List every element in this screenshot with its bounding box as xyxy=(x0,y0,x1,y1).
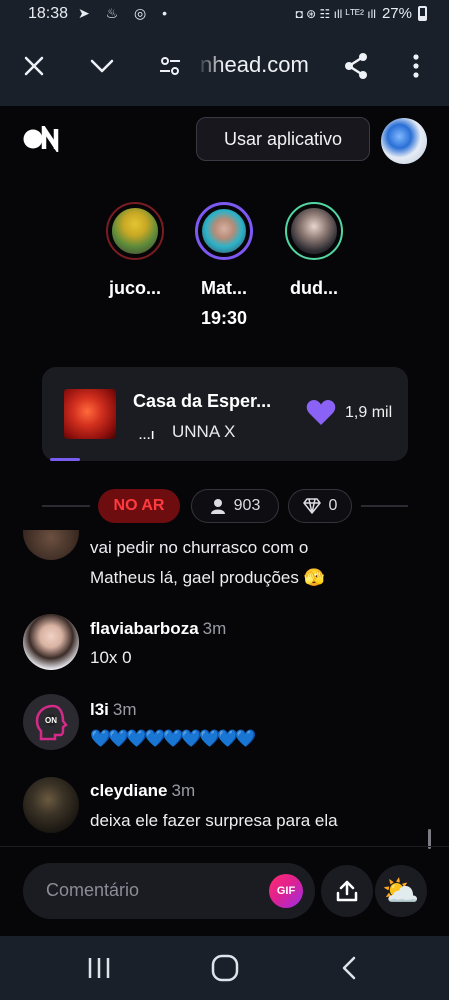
comment-time: 3m xyxy=(202,619,227,638)
comment-text: Matheus lá, gael produções 🫣 xyxy=(90,568,325,587)
diamond-icon xyxy=(302,498,321,514)
song-title: Casa da Esper... xyxy=(133,391,272,411)
host-1[interactable]: juco... xyxy=(97,202,173,299)
heart-icon[interactable] xyxy=(306,399,336,431)
likes-count: 1,9 mil xyxy=(345,404,393,421)
diamonds-pill[interactable]: 0 xyxy=(288,489,352,523)
comment-text: deixa ele fazer surpresa para ela xyxy=(90,811,338,830)
host-name: juco... xyxy=(108,278,161,298)
comment-time: 3m xyxy=(112,700,137,719)
comment-avatar[interactable] xyxy=(23,777,79,833)
user-avatar[interactable] xyxy=(381,118,427,164)
host-name: dud... xyxy=(290,278,338,298)
now-playing-card[interactable]: Casa da Esper... ...l UNNA X 1,9 mil xyxy=(42,367,408,461)
person-icon xyxy=(210,499,225,514)
divider-right xyxy=(361,505,408,507)
comment-avatar[interactable]: ON xyxy=(23,694,79,750)
battery-icon xyxy=(418,6,427,21)
comment-input[interactable]: Comentário GIF xyxy=(23,863,315,919)
url-fade xyxy=(196,50,224,84)
comment-avatar-clipped xyxy=(23,530,79,560)
status-time: 18:38 xyxy=(28,5,69,22)
use-app-button[interactable]: Usar aplicativo xyxy=(196,117,370,161)
host-avatar[interactable] xyxy=(195,202,253,260)
song-progress-bar xyxy=(50,458,80,461)
back-icon[interactable] xyxy=(340,955,358,986)
profile-head-icon: ON xyxy=(35,704,68,741)
comment-header: cleydiane 3m xyxy=(90,781,195,801)
comment-header: flaviabarboza 3m xyxy=(90,619,226,639)
comment-placeholder: Comentário xyxy=(46,880,140,900)
recent-apps-icon[interactable] xyxy=(86,955,112,986)
share-icon[interactable] xyxy=(338,48,374,84)
album-cover xyxy=(64,389,116,439)
comment-text: vai pedir no churrasco com o xyxy=(90,538,309,557)
host-time: 19:30 xyxy=(200,308,248,328)
upload-button[interactable] xyxy=(321,865,373,917)
viewers-pill[interactable]: 903 xyxy=(191,489,279,523)
browser-toolbar: nhead.com xyxy=(0,30,449,106)
equalizer-icon: ...l xyxy=(139,430,156,442)
site-settings-icon[interactable] xyxy=(152,48,188,84)
gif-button[interactable]: GIF xyxy=(269,874,303,908)
comment-avatar[interactable] xyxy=(23,614,79,670)
status-bar: 18:38 ➤ ♨ ◎ • ◘ ⊛ ☷ ıll ᴸᵀᴱ² ıll 27% xyxy=(0,0,449,30)
signal-icons: ◘ ⊛ ☷ ıll ᴸᵀᴱ² ıll xyxy=(295,6,376,21)
host-avatar[interactable] xyxy=(285,202,343,260)
on-logo[interactable] xyxy=(22,121,62,157)
close-icon[interactable] xyxy=(16,48,52,84)
upload-icon xyxy=(336,880,358,902)
host-2[interactable]: Mat... 19:30 xyxy=(186,202,262,329)
battery-text: 27% xyxy=(381,5,412,22)
song-artist: UNNA X xyxy=(172,422,236,441)
footer-divider xyxy=(0,846,449,847)
weather-icon: ⛅ xyxy=(382,874,420,908)
diamonds-count: 0 xyxy=(328,497,338,514)
comment-username[interactable]: l3i xyxy=(90,700,109,719)
host-name: Mat... xyxy=(200,278,247,298)
svg-text:ON: ON xyxy=(45,716,57,725)
more-vert-icon[interactable] xyxy=(398,48,434,84)
host-3[interactable]: dud... xyxy=(276,202,352,299)
comment-username[interactable]: cleydiane xyxy=(90,781,168,800)
comment-time: 3m xyxy=(171,781,196,800)
live-badge: NO AR xyxy=(98,489,180,523)
comment-text: 💙💙💙💙💙💙💙💙💙 xyxy=(90,729,257,748)
viewers-count: 903 xyxy=(233,497,261,514)
chevron-down-icon[interactable] xyxy=(84,48,120,84)
divider-left xyxy=(42,505,90,507)
notification-icons: ➤ ♨ ◎ • xyxy=(78,5,174,21)
comment-text: 10x 0 xyxy=(90,648,132,667)
home-icon[interactable] xyxy=(210,953,240,988)
comment-header: l3i 3m xyxy=(90,700,137,720)
system-nav-bar xyxy=(0,936,449,1000)
comment-username[interactable]: flaviabarboza xyxy=(90,619,199,638)
weather-button[interactable]: ⛅ xyxy=(375,865,427,917)
system-icons: ◘ ⊛ ☷ ıll ᴸᵀᴱ² ıll 27% xyxy=(296,5,427,22)
host-avatar[interactable] xyxy=(106,202,164,260)
